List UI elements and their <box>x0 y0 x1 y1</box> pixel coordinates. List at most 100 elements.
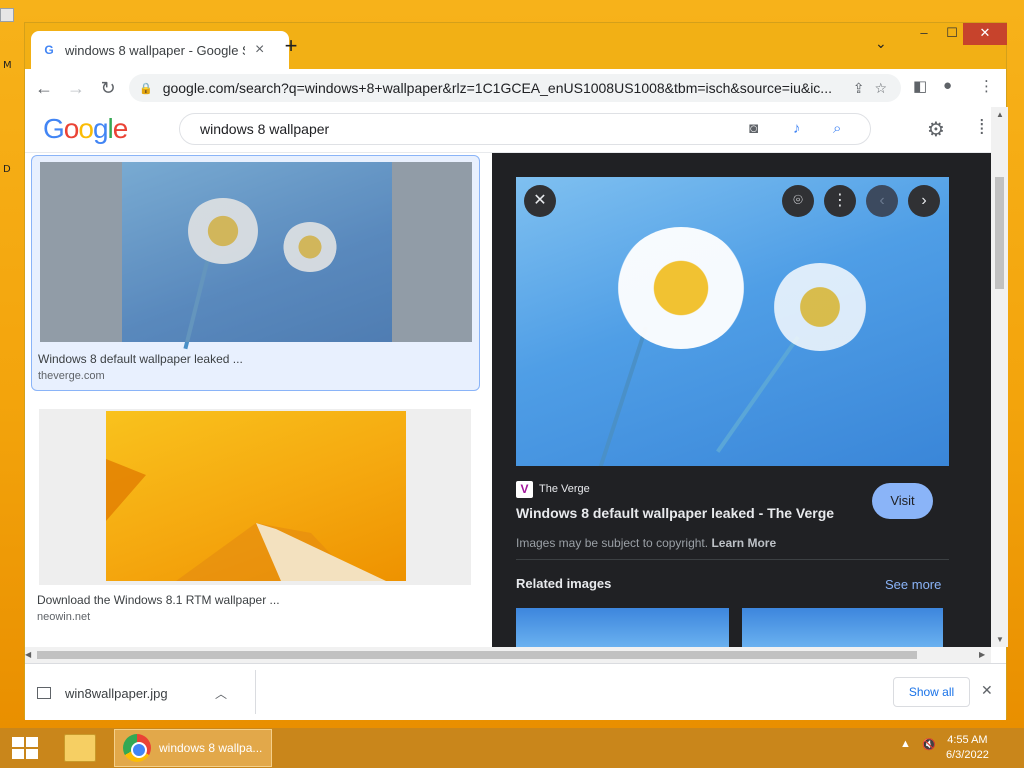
start-button[interactable] <box>12 737 38 759</box>
vertical-scrollbar[interactable]: ▲ ▼ <box>991 107 1008 647</box>
image-result-card[interactable]: Windows 8 default wallpaper leaked ... t… <box>31 155 480 391</box>
verge-logo-icon: V <box>516 481 533 498</box>
volume-muted-icon[interactable]: 🔇 <box>922 738 936 751</box>
learn-more-link[interactable]: Learn More <box>711 536 776 550</box>
related-thumbnail[interactable] <box>516 608 729 647</box>
orange-shapes <box>106 459 386 581</box>
scroll-up-icon[interactable]: ▲ <box>996 110 1004 119</box>
chevron-up-icon[interactable]: ︿ <box>215 685 227 702</box>
new-tab-button[interactable]: + <box>277 33 305 61</box>
next-image-button[interactable]: › <box>908 185 940 217</box>
taskbar-chrome-label: windows 8 wallpa... <box>159 741 263 755</box>
taskbar: windows 8 wallpa... ▲ 🔇 4:55 AM 6/3/2022 <box>0 728 1024 768</box>
daisy <box>616 227 746 349</box>
mic-icon[interactable]: ♪ <box>793 120 801 137</box>
more-options-icon[interactable]: ⋮ <box>824 185 856 217</box>
clock-date: 6/3/2022 <box>946 749 989 761</box>
result-thumbnail[interactable] <box>40 162 472 350</box>
result-site[interactable]: neowin.net <box>37 611 90 623</box>
page-content: Google windows 8 wallpaper ◙ ♪ ⌕ ⚙ ⁞ Win… <box>25 107 991 647</box>
copyright-text: Images may be subject to copyright. <box>516 536 709 550</box>
visit-button[interactable]: Visit <box>872 483 933 519</box>
related-thumbnail[interactable] <box>742 608 943 647</box>
result-site[interactable]: theverge.com <box>38 370 105 382</box>
address-bar[interactable]: 🔒 google.com/search?q=windows+8+wallpape… <box>129 74 901 102</box>
browser-window: G windows 8 wallpaper - Google Search × … <box>24 22 1008 720</box>
taskbar-chrome-button[interactable]: windows 8 wallpa... <box>114 729 272 767</box>
preview-title[interactable]: Windows 8 default wallpaper leaked - The… <box>516 505 834 521</box>
image-result-card[interactable]: Download the Windows 8.1 RTM wallpaper .… <box>31 405 471 629</box>
clock-time: 4:55 AM <box>947 734 988 746</box>
desktop-edge-letter: D <box>3 164 11 175</box>
share-icon[interactable]: ⇪ <box>853 80 865 97</box>
result-caption[interactable]: Windows 8 default wallpaper leaked ... <box>38 352 243 366</box>
windows-logo-icon <box>12 749 24 759</box>
download-bar: win8wallpaper.jpg ︿ Show all ✕ <box>25 663 1006 720</box>
tab-title: windows 8 wallpaper - Google Search <box>65 42 245 58</box>
logo-letter: o <box>78 113 94 144</box>
windows-logo-icon <box>12 737 24 747</box>
taskbar-clock[interactable]: 4:55 AM 6/3/2022 <box>946 733 989 763</box>
horizontal-scrollbar[interactable]: ◀ ▶ <box>25 647 991 663</box>
scroll-right-icon[interactable]: ▶ <box>979 650 985 659</box>
vertical-scroll-thumb[interactable] <box>995 177 1004 289</box>
google-favicon-icon: G <box>44 43 54 57</box>
desktop-edge-letter: M <box>3 60 12 71</box>
stem <box>594 326 648 466</box>
forward-icon[interactable]: → <box>63 75 89 101</box>
browser-toolbar: ← → ↻ 🔒 google.com/search?q=windows+8+wa… <box>25 69 1006 107</box>
download-item[interactable]: win8wallpaper.jpg ︿ <box>37 676 257 710</box>
url-text[interactable]: google.com/search?q=windows+8+wallpaper&… <box>163 80 843 96</box>
see-more-link[interactable]: See more <box>885 577 941 592</box>
settings-icon[interactable]: ⚙ <box>927 117 945 142</box>
source-name[interactable]: The Verge <box>539 483 590 495</box>
divider <box>516 559 949 560</box>
scroll-left-icon[interactable]: ◀ <box>25 650 31 659</box>
lens-icon[interactable]: ⌾ <box>782 185 814 217</box>
search-input[interactable]: windows 8 wallpaper <box>179 113 871 145</box>
lock-icon[interactable]: 🔒 <box>139 82 153 95</box>
file-explorer-icon[interactable] <box>64 734 96 762</box>
tab-google-search[interactable]: G windows 8 wallpaper - Google Search × <box>31 31 289 69</box>
show-all-button[interactable]: Show all <box>893 677 970 707</box>
horizontal-scroll-thumb[interactable] <box>37 651 917 659</box>
minimize-button[interactable]: – <box>909 23 939 45</box>
tab-strip: G windows 8 wallpaper - Google Search × … <box>25 23 1007 69</box>
close-window-button[interactable]: ✕ <box>963 23 1007 45</box>
search-icon[interactable]: ⌕ <box>833 120 841 137</box>
daisy-image <box>516 177 949 466</box>
windows-logo-icon <box>26 737 38 747</box>
show-hidden-icons-icon[interactable]: ▲ <box>900 738 911 750</box>
scroll-down-icon[interactable]: ▼ <box>996 635 1004 644</box>
desktop-icon[interactable] <box>0 8 14 22</box>
download-filename[interactable]: win8wallpaper.jpg <box>65 686 215 701</box>
divider <box>255 670 256 714</box>
related-images-heading: Related images <box>516 576 612 591</box>
result-thumbnail[interactable] <box>39 409 471 585</box>
copyright-notice: Images may be subject to copyright. Lear… <box>516 536 776 550</box>
logo-letter: G <box>43 113 65 144</box>
preview-image[interactable]: ✕ ⌾ ⋮ ‹ › <box>516 177 949 466</box>
close-preview-button[interactable]: ✕ <box>524 185 556 217</box>
logo-letter: g <box>92 113 109 144</box>
chrome-icon <box>123 734 151 762</box>
daisy <box>772 263 868 351</box>
tab-search-chevron-icon[interactable]: ⌄ <box>875 35 887 52</box>
reload-icon[interactable]: ↻ <box>95 75 121 101</box>
camera-icon[interactable]: ◙ <box>749 120 758 137</box>
logo-letter: o <box>63 113 80 144</box>
result-caption[interactable]: Download the Windows 8.1 RTM wallpaper .… <box>37 593 280 607</box>
image-preview-panel: ✕ ⌾ ⋮ ‹ › V The Verge Windows 8 default … <box>492 153 991 647</box>
sidepanel-icon[interactable]: ◧ <box>913 77 927 95</box>
google-logo[interactable]: Google <box>43 113 129 145</box>
profile-icon[interactable]: ● <box>943 77 952 94</box>
close-download-bar-icon[interactable]: ✕ <box>981 682 993 699</box>
apps-icon[interactable]: ⁞ <box>979 117 985 140</box>
star-icon[interactable]: ☆ <box>874 80 887 97</box>
logo-letter: e <box>112 113 129 144</box>
selection-overlay <box>40 162 472 342</box>
tab-close-icon[interactable]: × <box>255 41 264 59</box>
back-icon[interactable]: ← <box>31 75 57 101</box>
previous-image-button[interactable]: ‹ <box>866 185 898 217</box>
menu-icon[interactable]: ⋮ <box>979 77 994 95</box>
